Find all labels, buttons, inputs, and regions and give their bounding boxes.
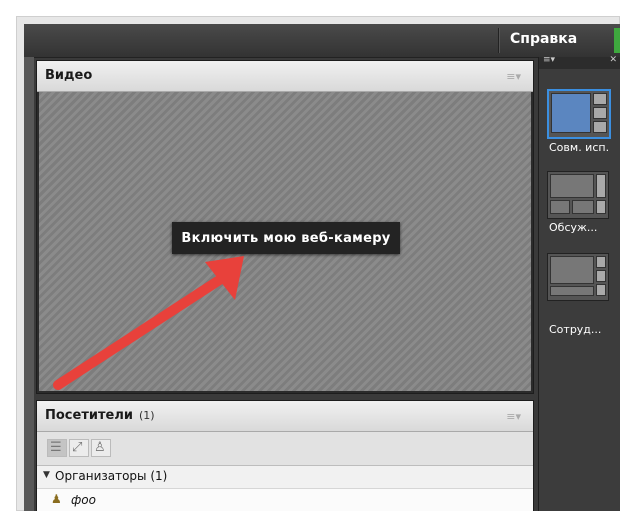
layout-cell: [550, 200, 570, 214]
layout-cell: [593, 93, 607, 105]
attendees-toolbar: ☰ ⤢ ♙: [37, 432, 533, 466]
start-webcam-button[interactable]: Включить мою веб-камеру: [172, 222, 400, 254]
layouts-menu-icon[interactable]: ≡▾: [543, 55, 555, 65]
video-area: Включить мою веб-камеру: [39, 92, 531, 391]
host-user-icon: ♟: [51, 492, 62, 506]
top-menu-bar: Справка: [24, 24, 620, 58]
menu-separator: [498, 28, 499, 53]
layouts-panel: ≡▾ ✕ Совм. исп. Обсуж... Сотруд...: [538, 55, 620, 511]
attendees-pod-title: Посетители (1): [45, 408, 155, 423]
user-role-button[interactable]: ♙: [91, 439, 111, 457]
layout-cell: [596, 256, 606, 268]
layout-discussion[interactable]: Обсуж...: [539, 157, 620, 237]
meeting-window: Справка Видео ≡▾ Включить мою веб-камеру…: [24, 24, 620, 511]
close-icon[interactable]: ✕: [609, 55, 617, 65]
layout-cell: [550, 256, 594, 284]
group-row-hosts[interactable]: ▼ Организаторы (1): [37, 466, 533, 489]
layout-cell: [593, 107, 607, 119]
layout-cell: [596, 284, 606, 296]
layout-label: Обсуж...: [549, 221, 598, 234]
layout-discussion-thumbnail: [547, 171, 609, 219]
caret-down-icon: ▼: [43, 470, 50, 480]
attendees-pod: Посетители (1) ≡▾ ☰ ⤢ ♙ ▼ Организаторы (1…: [36, 400, 534, 511]
pod-menu-icon[interactable]: ≡▾: [506, 70, 521, 83]
video-pod-title: Видео: [45, 68, 93, 83]
attendees-body: ☰ ⤢ ♙ ▼ Организаторы (1) ♟ фоо: [37, 432, 533, 511]
attendees-pod-header: Посетители (1) ≡▾: [37, 401, 533, 432]
list-icon: ☰: [50, 440, 62, 455]
layout-collaboration[interactable]: Сотруд...: [539, 239, 620, 336]
group-label: Организаторы (1): [55, 469, 168, 483]
pod-menu-icon[interactable]: ≡▾: [506, 410, 521, 423]
video-pod: Видео ≡▾ Включить мою веб-камеру: [36, 60, 534, 394]
user-list-icon: ♙: [94, 440, 106, 455]
expand-view-button[interactable]: ⤢: [69, 439, 89, 457]
layout-label: Совм. исп.: [549, 141, 610, 154]
attendees-title-text: Посетители: [45, 408, 133, 423]
layout-cell: [596, 200, 606, 214]
list-view-button[interactable]: ☰: [47, 439, 67, 457]
expand-icon: ⤢: [72, 440, 83, 455]
status-indicator: [614, 28, 620, 53]
layout-cell: [551, 93, 591, 133]
video-pod-header: Видео ≡▾: [37, 61, 533, 92]
layout-cell: [596, 270, 606, 282]
layout-sharing-thumbnail: [547, 89, 611, 139]
layout-collaboration-thumbnail: [547, 253, 609, 301]
layout-cell: [550, 174, 594, 198]
attendee-name: фоо: [71, 493, 96, 507]
attendee-row[interactable]: ♟ фоо: [37, 489, 533, 511]
help-menu[interactable]: Справка: [510, 31, 577, 47]
layout-cell: [550, 286, 594, 296]
attendees-count: (1): [138, 409, 155, 422]
layout-cell: [572, 200, 594, 214]
layout-cell: [593, 121, 607, 133]
left-edge-strip: [24, 57, 34, 511]
layouts-panel-header: ≡▾ ✕: [539, 55, 620, 69]
layout-cell: [596, 174, 606, 198]
layout-label: Сотруд...: [549, 323, 602, 336]
layout-sharing[interactable]: Совм. исп.: [539, 75, 620, 155]
